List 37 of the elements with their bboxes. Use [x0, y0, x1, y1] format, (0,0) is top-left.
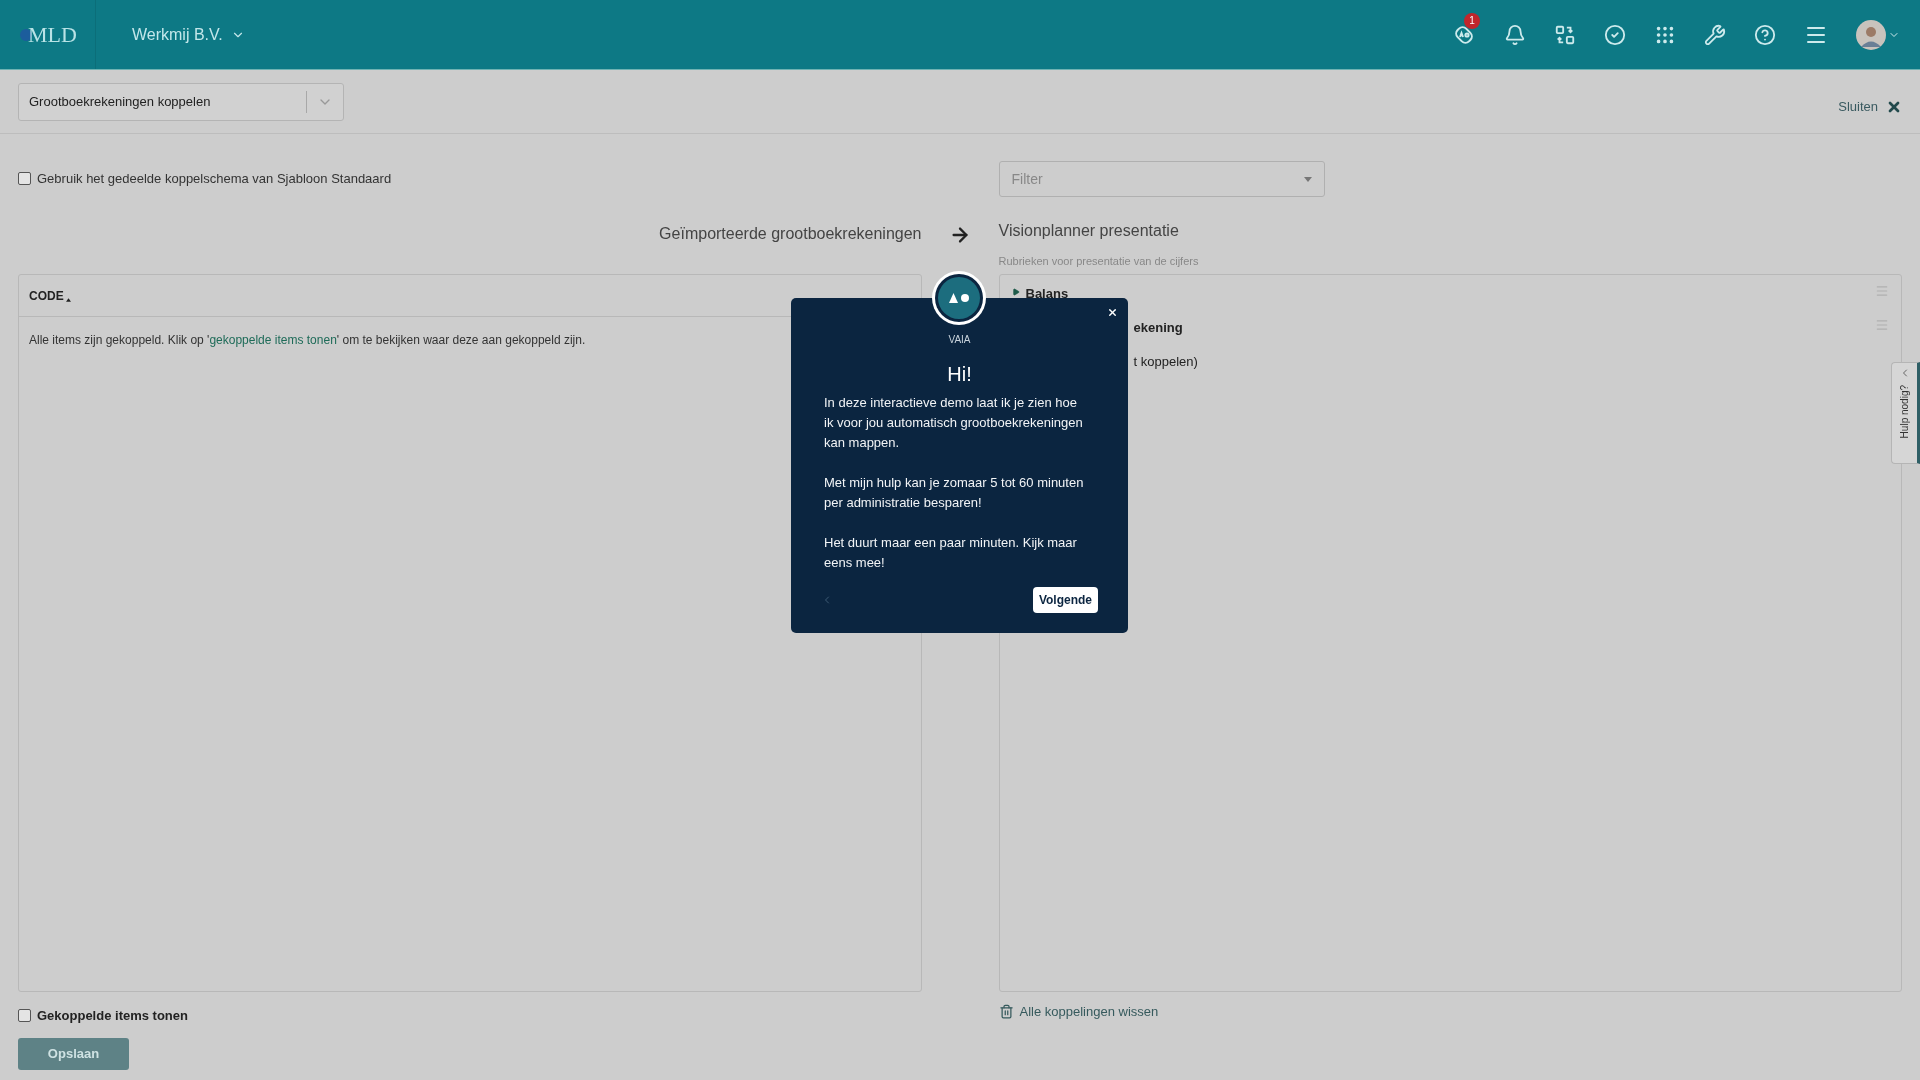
item-label: t koppelen)	[1133, 353, 1198, 371]
settings-icon[interactable]	[1704, 23, 1726, 46]
swap-icon[interactable]	[1554, 23, 1576, 46]
clear-links-link[interactable]: Alle koppelingen wissen	[998, 1002, 1159, 1022]
bell-icon[interactable]	[1504, 23, 1526, 46]
check-circle-icon[interactable]	[1604, 23, 1626, 46]
column-title: Visionplanner presentatie	[998, 221, 1180, 241]
column-header[interactable]: CODE	[29, 286, 64, 305]
robot-face-icon	[946, 292, 972, 304]
help-icon[interactable]	[1754, 23, 1776, 46]
show-linked-link[interactable]: gekoppelde items tonen	[209, 333, 337, 347]
avatar[interactable]	[1856, 19, 1886, 50]
column-title: Geïmporteerde grootboekrekeningen	[659, 224, 922, 244]
checkbox[interactable]	[18, 1009, 31, 1023]
column-subtitle: Rubrieken voor presentatie van de cijfers	[998, 254, 1200, 269]
dialog-paragraph: In deze interactieve demo laat ik je zien hoe ik voor jou automatisch grootboekrekeningen kan mappen.	[824, 394, 1084, 452]
category-label[interactable]: ekening	[1133, 318, 1183, 338]
assistant-name: VAIA	[948, 333, 971, 347]
close-link[interactable]: Sluiten	[1838, 96, 1902, 117]
caret-down-icon	[1303, 176, 1312, 182]
checkbox[interactable]	[18, 172, 31, 185]
checkbox-label: Gekoppelde items tonen	[37, 1007, 188, 1025]
notification-badge: 1	[1464, 12, 1480, 29]
close-icon	[1106, 306, 1118, 318]
dialog-paragraph: Met mijn hulp kan je zomaar 5 tot 60 minuten per administratie besparen!	[824, 474, 1085, 512]
module-select[interactable]: Grootboekrekeningen koppelen	[18, 82, 344, 121]
sort-icon	[65, 297, 71, 302]
help-tab[interactable]: Hulp nodig?	[1891, 362, 1920, 464]
save-button[interactable]: Opslaan	[18, 1037, 129, 1070]
checkbox-label: Gebruik het gedeelde koppelschema van Sjabloon Standaard	[37, 169, 392, 188]
dialog-paragraph: Het duurt maar een paar minuten. Kijk maar eens mee!	[824, 534, 1078, 572]
next-button[interactable]: Volgende	[1032, 587, 1098, 613]
trash-icon	[998, 1004, 1014, 1020]
expand-caret-icon[interactable]	[1011, 288, 1020, 296]
dialog-title: Hi!	[947, 362, 972, 387]
logo[interactable]: MLD	[28, 18, 77, 51]
company-switcher[interactable]: Werkmij B.V.	[132, 22, 245, 47]
